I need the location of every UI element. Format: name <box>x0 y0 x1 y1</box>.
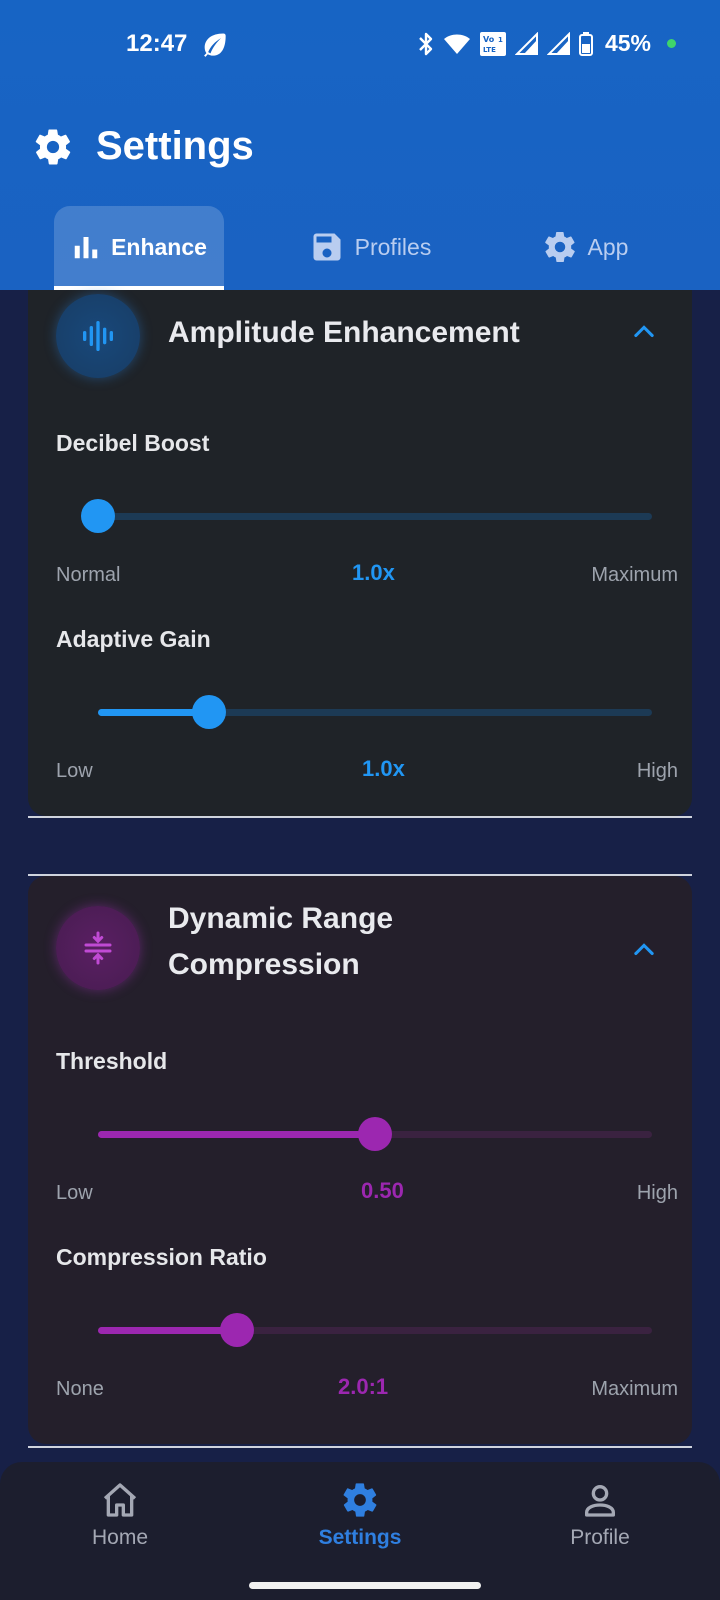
tab-label: App <box>587 233 629 260</box>
signal-icon <box>514 31 538 55</box>
svg-text:1: 1 <box>498 36 503 44</box>
nav-home[interactable]: Home <box>50 1480 190 1550</box>
bottom-navigation: Home Settings Profile <box>0 1462 720 1600</box>
battery-percent: 45% <box>604 30 651 56</box>
tab-app[interactable]: App <box>520 206 650 288</box>
min-label: Normal <box>56 564 121 586</box>
home-gesture-bar[interactable] <box>249 1582 481 1589</box>
decibel-boost-range: Normal 1.0x Maximum <box>56 560 678 590</box>
nav-label: Profile <box>570 1526 630 1549</box>
battery-icon <box>578 31 593 56</box>
decibel-boost-label: Decibel Boost <box>56 430 210 456</box>
adaptive-gain-slider[interactable] <box>98 692 652 732</box>
threshold-slider[interactable] <box>98 1114 652 1154</box>
compression-ratio-range: None 2.0:1 Maximum <box>56 1374 678 1404</box>
threshold-value: 0.50 <box>361 1178 404 1203</box>
save-icon <box>313 233 341 261</box>
threshold-label: Threshold <box>56 1048 168 1074</box>
svg-text:Vo: Vo <box>483 35 495 44</box>
wifi-icon <box>443 34 470 54</box>
section-divider <box>28 1446 692 1448</box>
page-title: Settings <box>96 124 254 168</box>
bar-chart-icon <box>74 237 98 259</box>
chevron-up-icon[interactable] <box>630 936 658 964</box>
slider-thumb[interactable] <box>358 1117 392 1151</box>
waveform-icon <box>83 321 114 351</box>
compression-ratio-slider[interactable] <box>98 1310 652 1350</box>
status-icons: Vo LTE 1 45% <box>417 30 676 57</box>
gear-icon <box>544 231 575 262</box>
volte-icon: Vo LTE 1 <box>479 31 506 56</box>
adaptive-gain-value: 1.0x <box>362 756 405 781</box>
tab-bar: Enhance Profiles App <box>0 206 720 290</box>
status-bar: 12:47 Vo LTE 1 45% <box>0 0 720 92</box>
leaf-icon <box>204 33 226 57</box>
slider-fill <box>98 1131 375 1138</box>
dynamic-range-compression-card: Dynamic Range Compression Threshold Low … <box>28 876 692 1444</box>
nav-settings[interactable]: Settings <box>290 1480 430 1550</box>
section-title: Amplitude Enhancement <box>168 316 520 349</box>
app-header: 12:47 Vo LTE 1 45% Settings Enhance Prof… <box>0 0 720 290</box>
slider-track <box>98 513 652 520</box>
max-label: High <box>636 1182 678 1204</box>
section-title: Dynamic Range Compression <box>168 902 394 981</box>
privacy-indicator-dot <box>667 39 676 48</box>
compression-ratio-value: 2.0:1 <box>338 1374 389 1399</box>
amplitude-enhancement-card: Amplitude Enhancement Decibel Boost Norm… <box>28 290 692 816</box>
nav-label: Settings <box>318 1526 402 1549</box>
bluetooth-icon <box>419 32 433 55</box>
tab-label: Profiles <box>354 233 432 260</box>
min-label: None <box>56 1378 104 1400</box>
compression-ratio-label: Compression Ratio <box>56 1244 267 1270</box>
tab-profiles[interactable]: Profiles <box>285 206 455 288</box>
min-label: Low <box>56 1182 93 1204</box>
slider-thumb[interactable] <box>219 1313 254 1347</box>
nav-profile[interactable]: Profile <box>530 1480 670 1550</box>
decibel-boost-value: 1.0x <box>352 560 395 585</box>
chevron-up-icon[interactable] <box>630 318 658 346</box>
status-time: 12:47 <box>126 30 188 57</box>
max-label: High <box>636 760 678 782</box>
decibel-boost-slider[interactable] <box>81 496 652 536</box>
max-label: Maximum <box>591 564 678 586</box>
gear-icon <box>343 1483 377 1517</box>
min-label: Low <box>56 760 93 782</box>
title-row: Settings <box>32 124 254 169</box>
compress-icon <box>84 931 112 965</box>
gear-icon <box>35 128 71 164</box>
person-icon <box>585 1485 615 1517</box>
compression-icon-badge <box>56 906 140 990</box>
section-divider <box>28 816 692 818</box>
tab-label: Enhance <box>111 233 207 260</box>
threshold-range: Low 0.50 High <box>56 1178 678 1208</box>
adaptive-gain-label: Adaptive Gain <box>56 626 211 652</box>
adaptive-gain-range: Low 1.0x High <box>56 756 678 786</box>
max-label: Maximum <box>591 1378 678 1400</box>
tab-enhance[interactable]: Enhance <box>54 206 224 290</box>
home-icon <box>103 1483 137 1517</box>
slider-thumb[interactable] <box>191 695 226 729</box>
nav-label: Home <box>91 1526 149 1549</box>
slider-thumb[interactable] <box>81 499 115 533</box>
svg-text:LTE: LTE <box>483 46 496 54</box>
slider-fill <box>98 1327 237 1334</box>
signal-icon <box>546 31 570 55</box>
amplitude-icon-badge <box>56 294 140 378</box>
